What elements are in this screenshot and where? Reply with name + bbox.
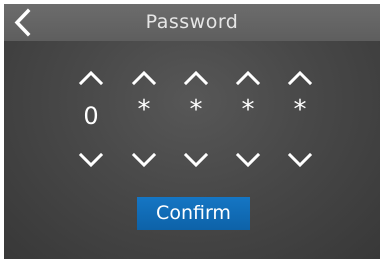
digit-4-decrement-button[interactable]	[235, 152, 261, 170]
digit-4-increment-button[interactable]	[235, 68, 261, 86]
digit-3-decrement-button[interactable]	[183, 152, 209, 170]
digit-4-value: *	[241, 95, 255, 125]
page-title: Password	[145, 11, 239, 33]
digit-2-increment-button[interactable]	[131, 68, 157, 86]
digit-1-increment-button[interactable]	[78, 68, 104, 86]
chevron-down-icon	[131, 152, 157, 168]
chevron-down-icon	[287, 152, 313, 168]
digit-column-5: *	[280, 64, 320, 184]
header-bar: Password	[4, 4, 380, 41]
digit-5-decrement-button[interactable]	[287, 152, 313, 170]
digit-3-increment-button[interactable]	[183, 68, 209, 86]
chevron-up-icon	[287, 70, 313, 86]
digit-1-value: 0	[83, 102, 99, 130]
digit-5-increment-button[interactable]	[287, 68, 313, 86]
chevron-down-icon	[183, 152, 209, 168]
chevron-up-icon	[183, 70, 209, 86]
digit-column-4: *	[228, 64, 268, 184]
digit-column-1: 0	[71, 64, 111, 184]
chevron-up-icon	[131, 70, 157, 86]
chevron-down-icon	[78, 152, 104, 168]
confirm-button[interactable]: Confirm	[137, 197, 250, 230]
digit-column-2: *	[124, 64, 164, 184]
digit-3-value: *	[189, 95, 203, 125]
password-screen: Password 0 * * * * Confirm	[4, 4, 380, 259]
chevron-down-icon	[235, 152, 261, 168]
chevron-up-icon	[235, 70, 261, 86]
chevron-up-icon	[78, 70, 104, 86]
digit-5-value: *	[293, 95, 307, 125]
digit-column-3: *	[176, 64, 216, 184]
digit-2-decrement-button[interactable]	[131, 152, 157, 170]
digit-2-value: *	[137, 95, 151, 125]
digit-1-decrement-button[interactable]	[78, 152, 104, 170]
